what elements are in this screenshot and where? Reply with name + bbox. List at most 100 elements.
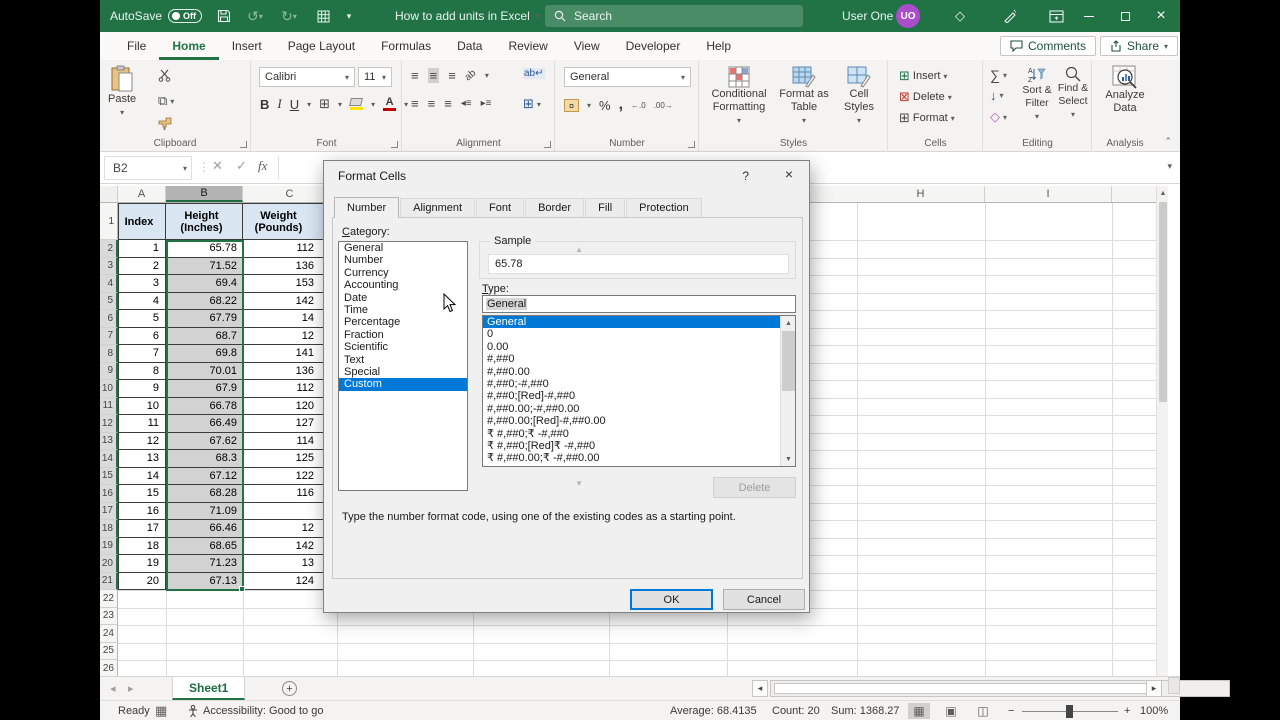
cell-index[interactable]: 7 [118,345,166,363]
type-option-0-red-0[interactable]: #,##0;[Red]-#,##0 [483,390,795,402]
fill-color-button[interactable] [349,98,364,110]
ok-button[interactable]: OK [630,589,713,610]
cell-index[interactable]: 9 [118,380,166,398]
cell-height[interactable]: 65.78 [166,240,243,258]
enter-entry-button[interactable]: ✓ [236,158,247,174]
insert-cells-button[interactable]: ⊞ Insert ▾ [899,68,947,84]
ribbon-tab-file[interactable]: File [114,32,159,60]
percent-style-button[interactable]: % [599,98,611,113]
cancel-button[interactable]: Cancel [723,589,805,610]
analyze-data-button[interactable]: Analyze Data [1101,65,1149,115]
premium-gem-icon[interactable]: ◇ [946,0,974,32]
cell-index[interactable]: 4 [118,292,166,310]
underline-button[interactable]: U [290,97,299,112]
wrap-text-button[interactable]: ab↵ [523,68,545,79]
format-as-table-button[interactable]: Format as Table ▾ [776,66,832,127]
type-option-0-0[interactable]: ₹ #,##0;₹ -#,##0 [483,428,795,440]
dialog-tab-alignment[interactable]: Alignment [400,198,476,218]
category-item-percentage[interactable]: Percentage [339,316,467,328]
paste-button[interactable]: Paste ▾ [108,65,136,119]
align-left-button[interactable]: ≡ [411,96,419,111]
category-item-custom[interactable]: Custom [339,378,467,391]
listbox-scroll-down[interactable]: ▼ [575,479,583,488]
font-dialog-launcher[interactable] [391,141,398,148]
redo-button[interactable]: ↻ ▾ [276,0,302,32]
save-button[interactable] [212,0,236,32]
cell-height[interactable]: 71.52 [166,257,243,275]
page-layout-view-button[interactable]: ▣ [940,703,962,719]
cell-index[interactable]: 11 [118,415,166,433]
alignment-dialog-launcher[interactable] [544,141,551,148]
row-header-17[interactable]: 17 [100,502,118,520]
type-option-0[interactable]: 0 [483,328,795,340]
category-item-text[interactable]: Text [339,354,467,366]
format-cells-button[interactable]: ⊞ Format ▾ [899,110,955,126]
page-break-view-button[interactable]: ◫ [972,703,994,719]
row-header-1[interactable]: 1 [100,203,118,240]
type-option-general[interactable]: General [483,316,795,329]
cell-height[interactable]: 67.62 [166,432,243,450]
cell-height[interactable]: 67.9 [166,380,243,398]
category-item-general[interactable]: General [339,242,467,254]
cell-height[interactable]: 68.7 [166,327,243,345]
ribbon-tab-data[interactable]: Data [444,32,495,60]
cell-index[interactable]: 15 [118,485,166,503]
quick-access-grid-button[interactable] [312,0,334,32]
cell-height[interactable]: 67.13 [166,572,243,590]
comma-style-button[interactable]: , [619,96,623,114]
column-header-i[interactable]: I [985,186,1112,202]
undo-button[interactable]: ↺ ▾ [242,0,268,32]
dialog-tab-number[interactable]: Number [334,197,400,218]
delete-cells-button[interactable]: ⊠ Delete ▾ [899,89,952,105]
hscroll-right-arrow[interactable]: ▸ [1146,680,1162,697]
row-header-26[interactable]: 26 [100,660,118,676]
column-header-h[interactable]: H [857,186,985,202]
ribbon-tab-review[interactable]: Review [495,32,560,60]
copy-button[interactable]: ⧉ ▾ [158,93,174,109]
row-header-21[interactable]: 21 [100,572,118,590]
cell-index[interactable]: 2 [118,257,166,275]
cell-index[interactable]: 12 [118,432,166,450]
cell-index[interactable]: 17 [118,520,166,538]
ribbon-tab-insert[interactable]: Insert [219,32,275,60]
merge-center-button[interactable]: ⊞ ▾ [523,96,541,112]
horizontal-scroll-thumb[interactable] [774,683,1149,694]
row-header-9[interactable]: 9 [100,362,118,380]
cell-height[interactable]: 68.65 [166,537,243,555]
row-header-7[interactable]: 7 [100,327,118,345]
font-color-button[interactable]: A [383,97,397,111]
align-bottom-button[interactable]: ≡ [448,68,456,83]
type-option-0-00-red-0-00[interactable]: #,##0.00;[Red]-#,##0.00 [483,415,795,427]
type-option-0-0[interactable]: #,##0;-#,##0 [483,378,795,390]
number-dialog-launcher[interactable] [688,141,695,148]
row-header-11[interactable]: 11 [100,397,118,415]
cell-height[interactable]: 71.23 [166,555,243,573]
type-list-scrollbar[interactable]: ▲ ▼ [780,316,795,466]
cell-height[interactable]: 70.01 [166,362,243,380]
maximize-button[interactable] [1108,0,1142,32]
row-header-5[interactable]: 5 [100,292,118,310]
ribbon-tab-view[interactable]: View [561,32,613,60]
collapse-ribbon-button[interactable]: ⌃ [1164,136,1172,147]
type-scroll-up[interactable]: ▲ [781,316,796,330]
hscroll-left-arrow[interactable]: ◂ [752,680,768,697]
cell-index[interactable]: 5 [118,310,166,328]
cell-height[interactable]: 68.3 [166,450,243,468]
search-box[interactable]: Search [545,5,803,27]
cell-index[interactable]: 18 [118,537,166,555]
dialog-tab-border[interactable]: Border [525,198,585,218]
type-option-0-00-0-00[interactable]: ₹ #,##0.00;₹ -#,##0.00 [483,452,795,464]
cancel-entry-button[interactable]: ✕ [212,158,223,174]
cut-button[interactable] [158,69,171,82]
decrease-indent-button[interactable]: ◂≡ [461,98,472,109]
ribbon-tab-formulas[interactable]: Formulas [368,32,444,60]
accounting-format-button[interactable]: ¤ [564,98,579,112]
select-all-corner[interactable] [100,186,118,202]
user-name[interactable]: User One [842,0,893,32]
cell-height[interactable]: 66.46 [166,520,243,538]
find-select-button[interactable]: Find & Select ▾ [1054,66,1092,121]
delete-format-button[interactable]: Delete [713,477,796,498]
align-center-button[interactable]: ≡ [428,96,436,111]
align-top-button[interactable]: ≡ [411,68,419,83]
row-header-15[interactable]: 15 [100,467,118,485]
